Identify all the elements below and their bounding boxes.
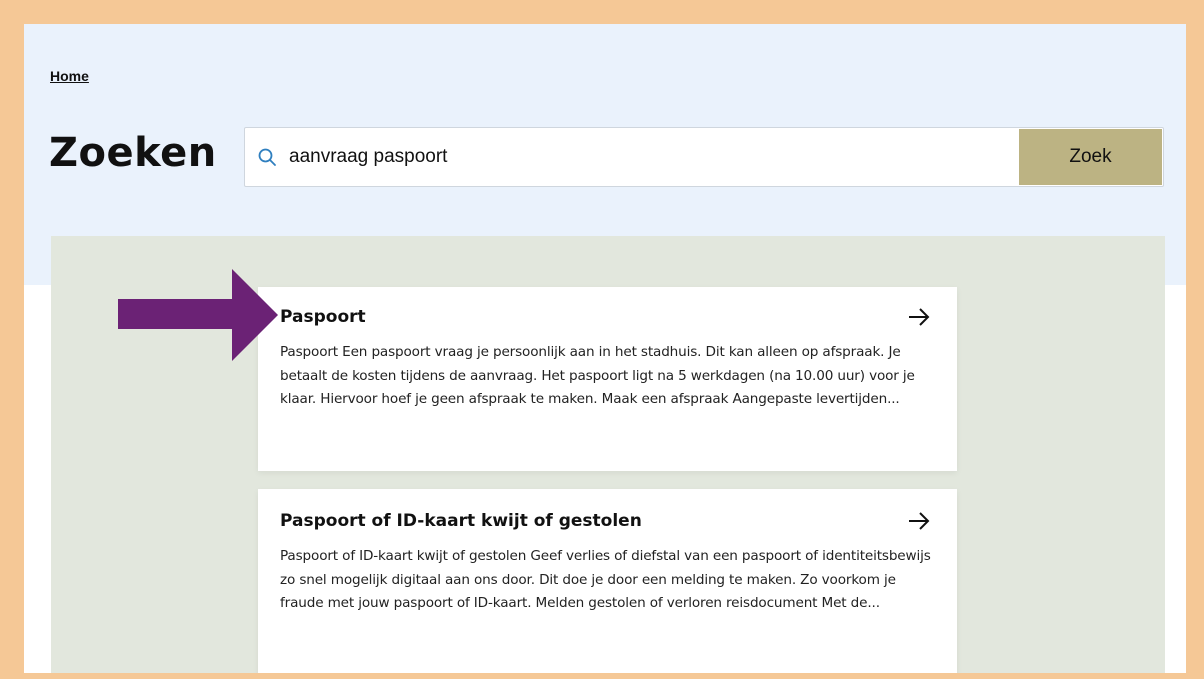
result-title[interactable]: Paspoort (280, 305, 933, 329)
arrow-right-icon[interactable] (907, 305, 931, 329)
result-snippet: Paspoort of ID-kaart kwijt of gestolen G… (280, 548, 931, 611)
result-title[interactable]: Paspoort of ID-kaart kwijt of gestolen (280, 509, 933, 533)
breadcrumb-home[interactable]: Home (50, 68, 89, 84)
search-button[interactable]: Zoek (1019, 129, 1162, 185)
search-bar: Zoek (244, 127, 1164, 187)
search-input[interactable] (289, 128, 1019, 186)
result-card[interactable]: Paspoort of ID-kaart kwijt of gestolen P… (258, 489, 957, 673)
page-title: Zoeken (49, 130, 217, 176)
arrow-right-icon[interactable] (907, 509, 931, 533)
search-icon (245, 128, 289, 186)
result-card[interactable]: Paspoort Paspoort Een paspoort vraag je … (258, 287, 957, 471)
pointer-arrow-icon (118, 269, 278, 361)
result-snippet: Paspoort Een paspoort vraag je persoonli… (280, 344, 915, 407)
